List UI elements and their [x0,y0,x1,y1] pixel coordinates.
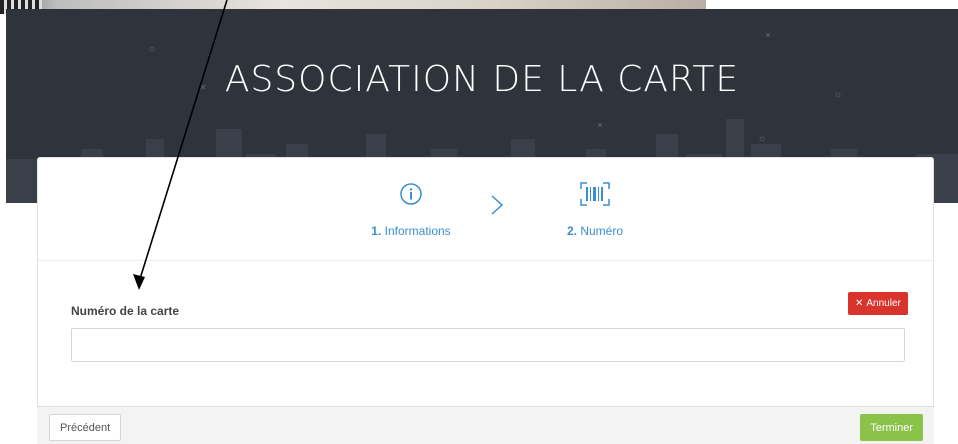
previous-button[interactable]: Précédent [49,414,122,441]
wizard-footer: Précédent Terminer [37,406,934,444]
step-label: Numéro [580,224,624,238]
barcode-icon [535,178,655,210]
step-numero[interactable]: 2. Numéro [535,178,655,238]
finish-button[interactable]: Terminer [860,414,923,441]
page-title: ASSOCIATION DE LA CARTE [224,59,740,100]
info-icon [351,178,471,210]
cancel-button[interactable]: ✕ Annuler [848,292,908,315]
card-number-label: Numéro de la carte [71,304,180,318]
close-icon: ✕ [855,298,864,309]
step-number: 1. [371,224,382,238]
wizard-steps: 1. Informations 2. Numéro [38,158,933,261]
step-label: Informations [384,224,451,238]
association-card-panel: 1. Informations 2. Numéro Numéro de la c… [37,157,934,444]
chevron-right-icon [490,194,504,221]
card-number-input[interactable] [71,328,905,362]
step-number: 2. [566,224,577,238]
step-informations[interactable]: 1. Informations [351,178,471,238]
cancel-label: Annuler [866,298,901,309]
